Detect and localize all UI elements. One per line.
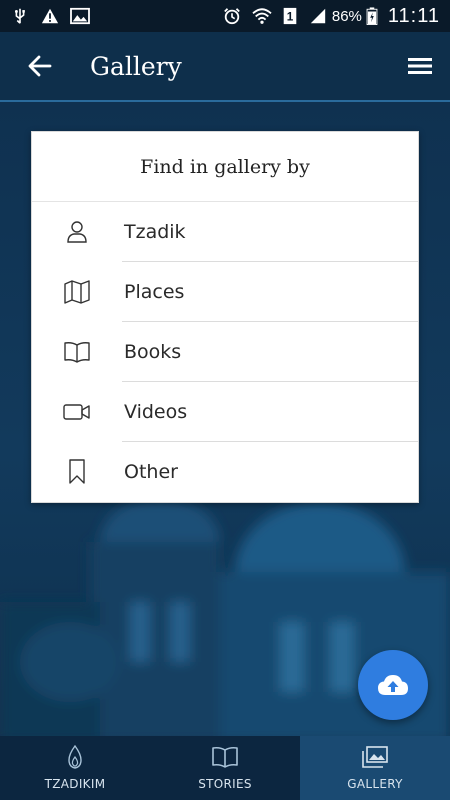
option-label: Tzadik: [124, 221, 186, 243]
nav-gallery[interactable]: GALLERY: [300, 736, 450, 800]
back-button[interactable]: [0, 31, 80, 101]
flame-icon: [62, 745, 88, 769]
option-books[interactable]: Books: [32, 322, 418, 382]
usb-icon: [10, 7, 30, 25]
map-icon: [32, 262, 122, 322]
bookmark-icon: [32, 442, 122, 502]
option-label: Books: [124, 341, 182, 363]
option-label: Other: [124, 461, 178, 483]
dialog-title: Find in gallery by: [32, 132, 418, 202]
video-camera-icon: [32, 382, 122, 442]
nav-label: TZADIKIM: [44, 777, 106, 791]
wifi-icon: [252, 7, 272, 25]
page-title: Gallery: [90, 51, 182, 81]
nav-label: GALLERY: [347, 777, 403, 791]
clock: 11:11: [387, 4, 440, 27]
open-book-icon: [212, 745, 238, 769]
arrow-left-icon: [28, 55, 52, 77]
status-left-icons: [10, 7, 90, 25]
image-icon: [70, 7, 90, 25]
sim-number: 1: [287, 11, 294, 24]
option-places[interactable]: Places: [32, 262, 418, 322]
battery-percentage: 86%: [331, 7, 362, 25]
status-bar: 1 86% 11:11: [0, 0, 450, 32]
option-tzadik[interactable]: Tzadik: [32, 202, 418, 262]
warning-icon: [40, 7, 60, 25]
sim-icon: 1: [282, 7, 298, 25]
nav-stories[interactable]: STORIES: [150, 736, 300, 800]
battery-icon: [366, 7, 378, 25]
option-label: Videos: [124, 401, 188, 423]
hamburger-menu-icon: [408, 57, 432, 75]
nav-tzadikim[interactable]: TZADIKIM: [0, 736, 150, 800]
signal-icon: [308, 7, 328, 25]
option-label: Places: [124, 281, 185, 303]
alarm-icon: [222, 7, 242, 25]
option-other[interactable]: Other: [32, 442, 418, 502]
app-bar: Gallery: [0, 32, 450, 102]
option-videos[interactable]: Videos: [32, 382, 418, 442]
find-in-gallery-dialog: Find in gallery by Tzadik Places Books V…: [31, 131, 419, 503]
book-icon: [32, 322, 122, 382]
nav-label: STORIES: [198, 777, 252, 791]
images-icon: [362, 745, 388, 769]
person-icon: [32, 202, 122, 262]
bottom-navigation: TZADIKIM STORIES GALLERY: [0, 736, 450, 800]
cloud-upload-icon: [377, 673, 409, 697]
upload-fab[interactable]: [358, 650, 428, 720]
status-right-icons: 1 86% 11:11: [222, 5, 440, 28]
menu-button[interactable]: [390, 31, 450, 101]
